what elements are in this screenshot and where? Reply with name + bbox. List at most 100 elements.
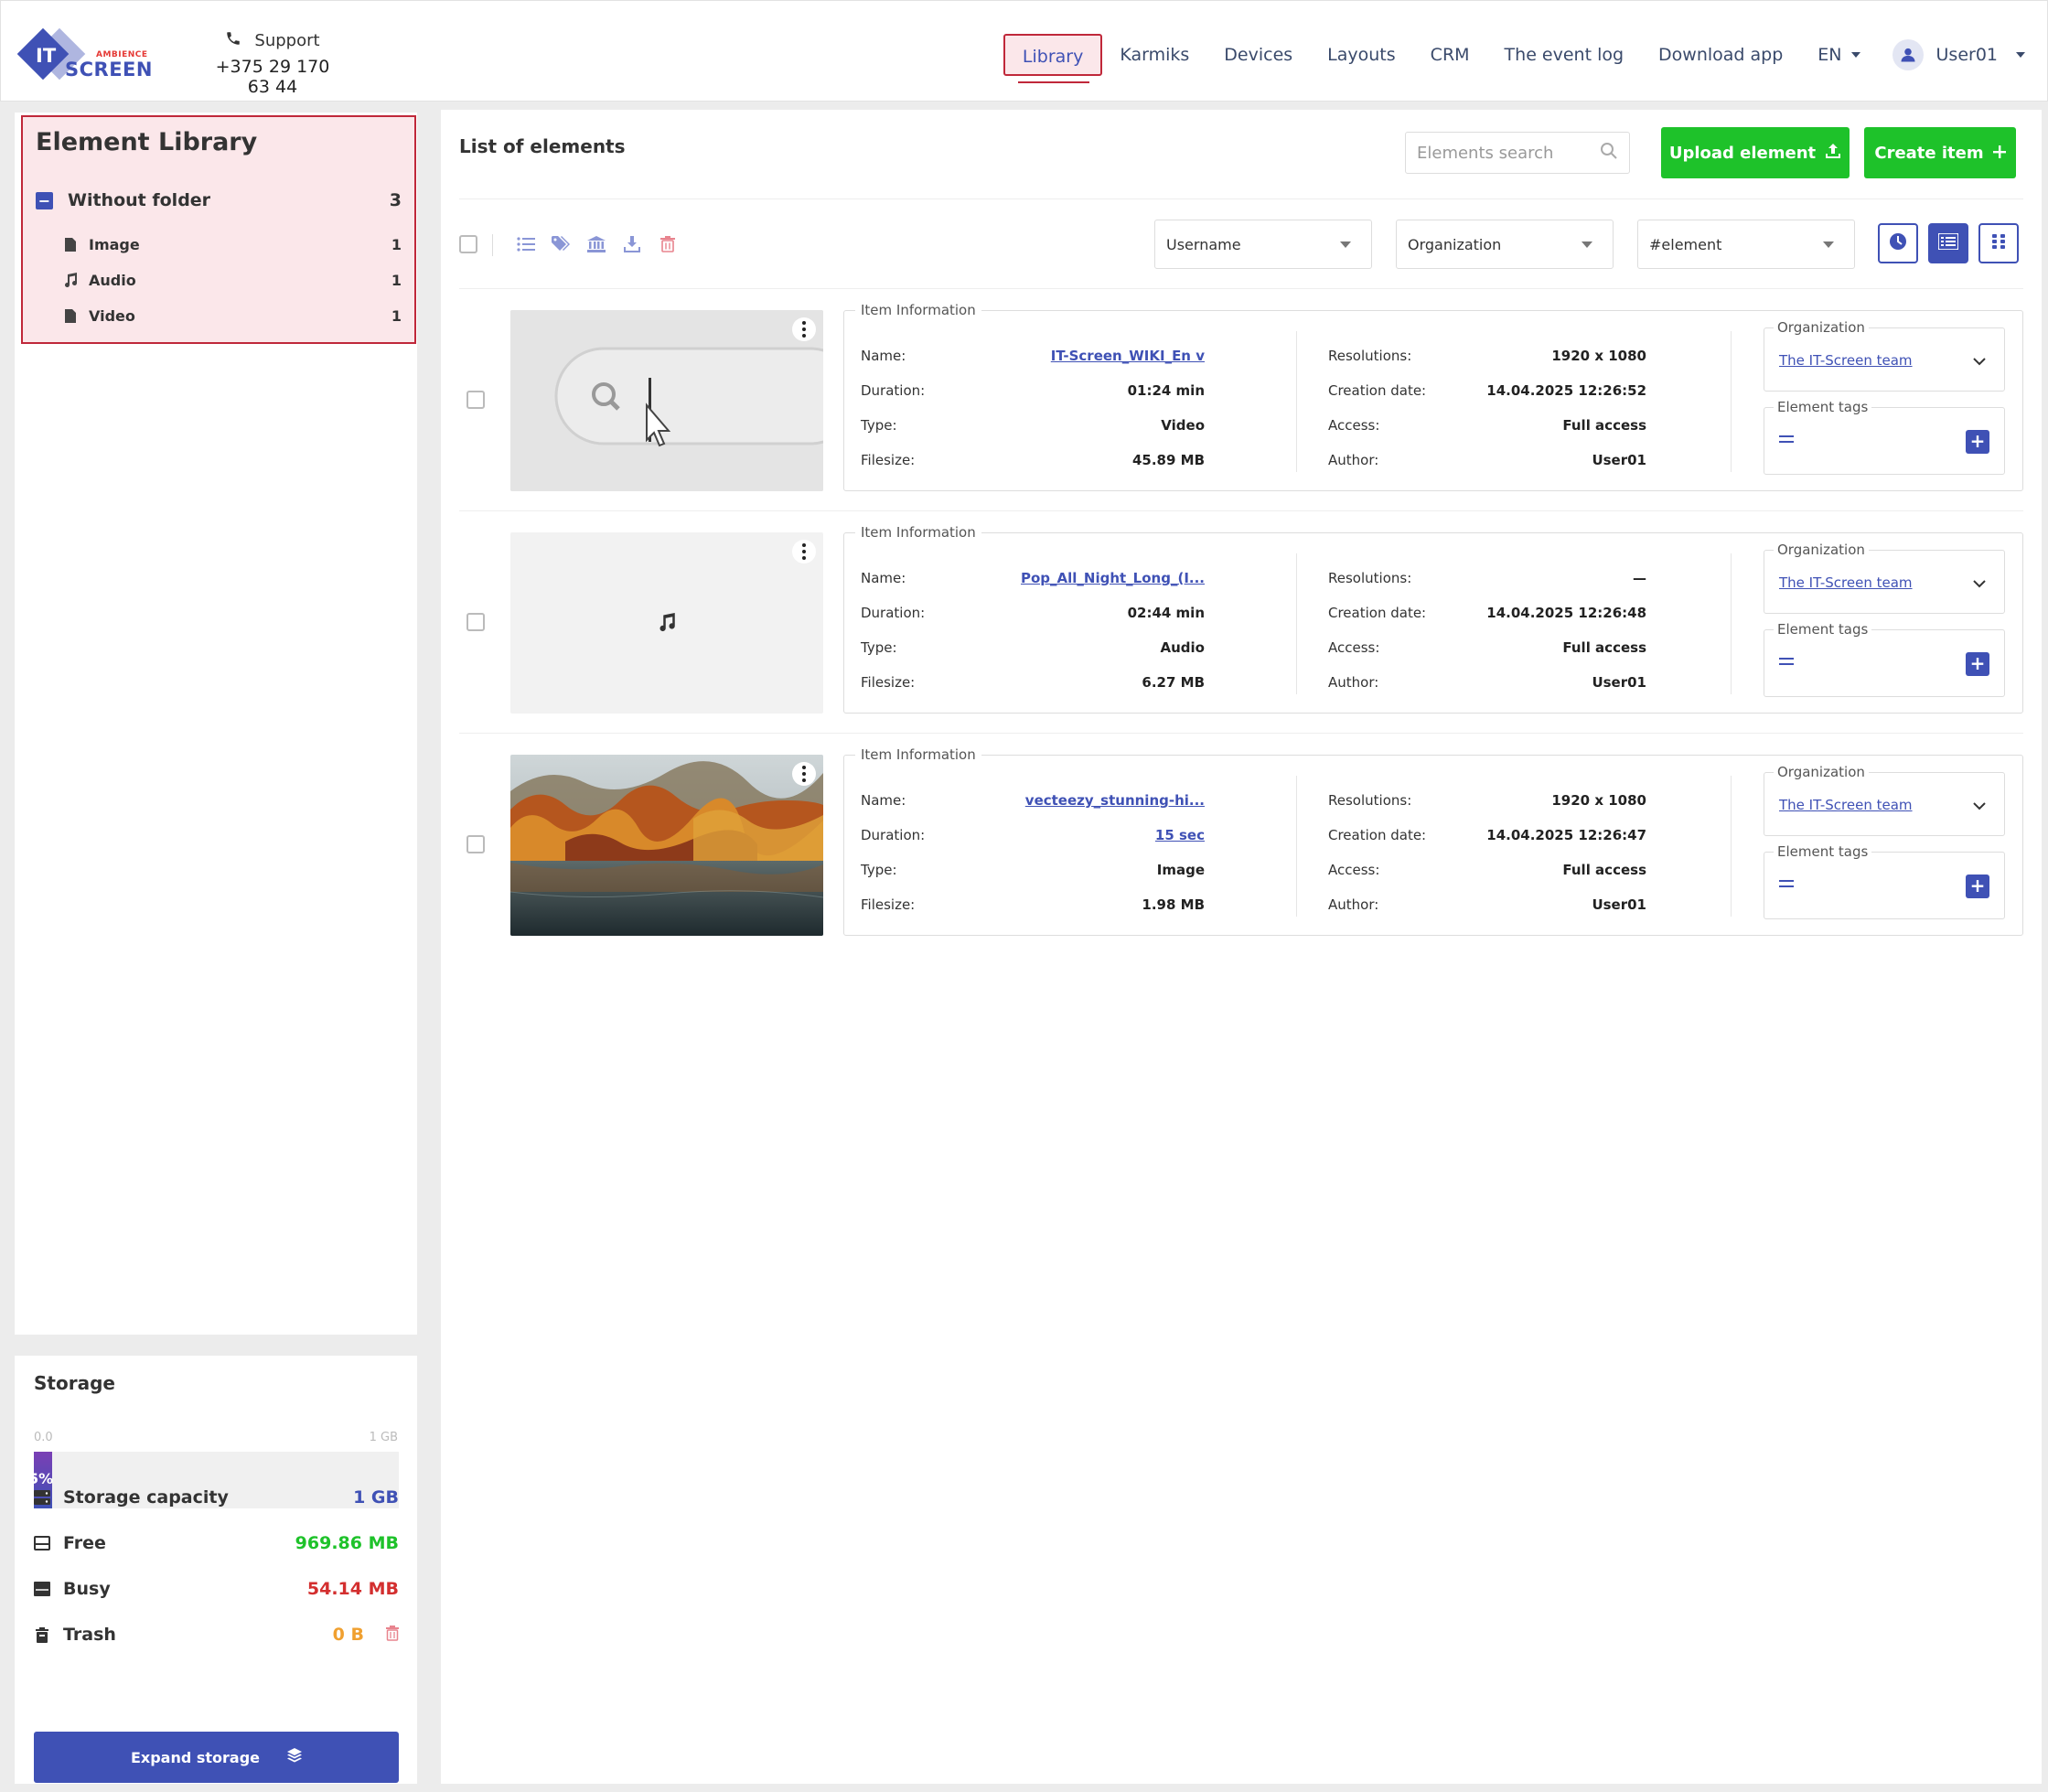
nav-download-app[interactable]: Download app (1641, 34, 1800, 76)
add-tag-button[interactable]: + (1966, 875, 1989, 898)
element-thumbnail[interactable] (510, 532, 823, 714)
organization-select[interactable]: Organization The IT-Screen team (1764, 319, 2005, 392)
nav-event-log[interactable]: The event log (1487, 34, 1642, 76)
equals-icon (1779, 658, 1794, 665)
organization-filter[interactable]: Organization (1396, 220, 1614, 269)
grid-view-button[interactable] (1978, 223, 2019, 263)
storage-capacity-row: Storage capacity 1 GB (34, 1486, 399, 1509)
element-name-link[interactable]: IT-Screen_WIKI_En v (1051, 348, 1205, 364)
chevron-down-icon (1973, 352, 1986, 370)
storage-panel: Storage 0.0 1 GB 5% Storage capacity 1 G… (15, 1356, 417, 1784)
tag-filter[interactable]: #element (1637, 220, 1855, 269)
nav-crm[interactable]: CRM (1413, 34, 1487, 76)
create-item-button[interactable]: Create item (1864, 127, 2016, 178)
more-options-icon[interactable] (792, 540, 816, 563)
sort-by-time-button[interactable] (1878, 223, 1918, 263)
equals-icon (1779, 435, 1794, 443)
nav-library[interactable]: Library (1003, 34, 1103, 83)
element-name-link[interactable]: vecteezy_stunning-hi... (1025, 792, 1205, 809)
folder-count: 3 (389, 190, 402, 210)
user-name: User01 (1935, 45, 1998, 65)
select-all-checkbox[interactable] (459, 235, 477, 253)
list-move-icon[interactable] (514, 232, 538, 256)
tags-icon[interactable] (549, 232, 573, 256)
download-icon[interactable] (620, 232, 644, 256)
organization-select[interactable]: Organization The IT-Screen team (1764, 764, 2005, 836)
add-tag-button[interactable]: + (1966, 430, 1989, 454)
plus-icon (1992, 144, 2006, 163)
element-tags[interactable]: Element tags + (1764, 843, 2005, 919)
caret-down-icon (1340, 241, 1351, 248)
library-item-audio[interactable]: Audio 1 (63, 269, 402, 291)
nav-layouts[interactable]: Layouts (1310, 34, 1413, 76)
grid-icon (1991, 233, 2006, 253)
storage-free-row: Free 969.86 MB (34, 1531, 399, 1555)
support-phone[interactable]: +375 29 170 63 44 (204, 57, 341, 97)
element-thumbnail[interactable] (510, 755, 823, 936)
search-input[interactable] (1417, 143, 1600, 163)
library-item-image[interactable]: Image 1 (63, 233, 402, 255)
equals-icon (1779, 880, 1794, 887)
sidebar: Element Library − Without folder 3 Image… (15, 113, 417, 1335)
organization-select[interactable]: Organization The IT-Screen team (1764, 542, 2005, 614)
user-menu[interactable]: User01 (1878, 39, 2025, 70)
element-row-audio: Item Information Name: Pop_All_Night_Long… (459, 524, 2023, 715)
file-icon (63, 307, 78, 324)
element-name-link[interactable]: Pop_All_Night_Long_(I... (1021, 570, 1205, 586)
upload-element-button[interactable]: Upload element (1661, 127, 1850, 178)
nav-devices[interactable]: Devices (1206, 34, 1310, 76)
element-tags[interactable]: Element tags + (1764, 621, 2005, 697)
top-header: IT AMBIENCE SCREEN Support +375 29 170 6… (0, 0, 2048, 102)
main-content: List of elements Upload element Create i… (441, 110, 2042, 1784)
collapse-icon[interactable]: − (36, 191, 53, 209)
more-options-icon[interactable] (792, 762, 816, 786)
search-icon[interactable] (1600, 142, 1618, 164)
element-tags[interactable]: Element tags + (1764, 399, 2005, 475)
organization-icon[interactable] (584, 232, 608, 256)
row-checkbox[interactable] (466, 613, 485, 631)
main-nav: Library Karmiks Devices Layouts CRM The … (1003, 34, 2025, 83)
music-icon (63, 272, 78, 288)
chevron-down-icon (1973, 574, 1986, 592)
list-view-button[interactable] (1928, 223, 1968, 263)
row-checkbox[interactable] (466, 835, 485, 853)
support-label: Support (254, 31, 320, 50)
expand-storage-button[interactable]: Expand storage (34, 1732, 399, 1783)
language-selector[interactable]: EN (1800, 45, 1877, 65)
elements-search[interactable] (1405, 132, 1630, 174)
phone-icon (225, 30, 241, 51)
list-icon (1937, 232, 1959, 253)
avatar (1892, 39, 1924, 70)
item-information: Item Information Name: Pop_All_Night_Long… (843, 524, 2023, 714)
caret-down-icon (1823, 241, 1834, 248)
library-item-video[interactable]: Video 1 (63, 305, 402, 327)
library-title: Element Library (36, 128, 258, 156)
search-bar-video-thumbnail (510, 310, 823, 491)
folder-without-folder[interactable]: − Without folder 3 (36, 188, 402, 212)
layers-icon (287, 1748, 303, 1766)
storage-scale-min: 0.0 (34, 1431, 53, 1444)
more-options-icon[interactable] (792, 317, 816, 341)
storage-scale-max: 1 GB (369, 1431, 398, 1444)
delete-icon[interactable] (656, 232, 680, 256)
item-information: Item Information Name: vecteezy_stunning-… (843, 746, 2023, 936)
row-checkbox[interactable] (466, 391, 485, 409)
support-contact: Support +375 29 170 63 44 (204, 30, 341, 97)
file-icon (63, 236, 78, 252)
drive-icon (34, 1535, 50, 1551)
add-tag-button[interactable]: + (1966, 652, 1989, 676)
nav-karmiks[interactable]: Karmiks (1102, 34, 1206, 76)
storage-busy-row: Busy 54.14 MB (34, 1577, 399, 1601)
username-filter[interactable]: Username (1154, 220, 1372, 269)
it-screen-logo[interactable]: IT AMBIENCE SCREEN (16, 27, 152, 80)
autumn-lake-photo (510, 755, 823, 936)
element-row-video: Item Information Name: IT-Screen_WIKI_En … (459, 302, 2023, 493)
element-thumbnail[interactable] (510, 310, 823, 491)
trash-box-icon (34, 1626, 50, 1643)
caret-down-icon (1582, 241, 1592, 248)
item-information: Item Information Name: IT-Screen_WIKI_En … (843, 302, 2023, 491)
duration-link[interactable]: 15 sec (1155, 827, 1205, 843)
empty-trash-icon[interactable] (386, 1625, 399, 1645)
chevron-down-icon (1973, 797, 1986, 814)
element-row-image: Item Information Name: vecteezy_stunning-… (459, 746, 2023, 938)
